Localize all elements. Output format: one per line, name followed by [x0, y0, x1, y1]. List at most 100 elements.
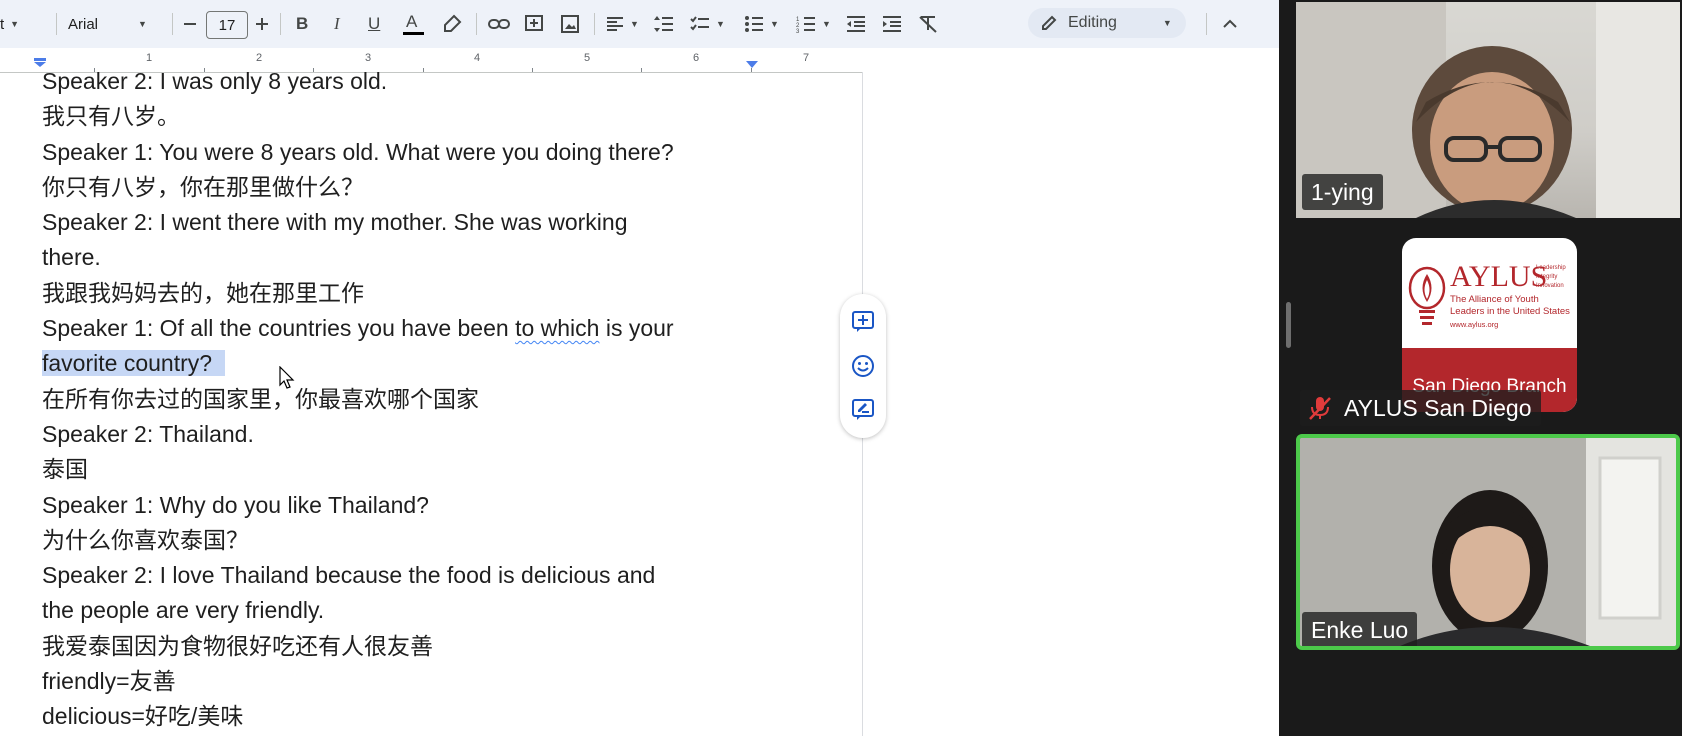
highlight-button[interactable] — [442, 0, 462, 48]
doc-text: Speaker 1: Of all the countries you have… — [42, 315, 516, 342]
add-comment-icon — [852, 311, 874, 332]
ruler-number: 5 — [584, 52, 591, 64]
floating-side-actions — [840, 294, 886, 438]
ruler-number: 1 — [146, 52, 153, 64]
bulleted-list-dropdown[interactable]: ▼ — [744, 0, 779, 48]
document-body[interactable]: Speaker 2: I was only 8 years old. 我只有八岁… — [42, 64, 802, 735]
underline-button[interactable]: U — [368, 0, 380, 48]
checklist-dropdown[interactable]: ▼ — [690, 0, 725, 48]
doc-line: Speaker 2: I went there with my mother. … — [42, 209, 628, 236]
doc-line: there. — [42, 244, 101, 271]
editing-mode-label: Editing — [1068, 14, 1117, 31]
chevron-down-icon: ▼ — [822, 19, 831, 29]
add-comment-icon — [525, 15, 543, 31]
italic-button[interactable]: I — [334, 0, 340, 48]
doc-line: Speaker 1: Of all the countries you have… — [42, 311, 802, 346]
increase-indent-button[interactable] — [882, 0, 902, 48]
font-style-dropdown[interactable]: t ▼ — [0, 0, 19, 48]
spellcheck-phrase[interactable]: to which — [515, 315, 599, 341]
doc-line: the people are very friendly. — [42, 597, 325, 624]
line-spacing-icon — [654, 16, 673, 32]
decrease-indent-button[interactable] — [846, 0, 866, 48]
svg-text:A: A — [406, 12, 418, 31]
logo-tagline: The Alliance of Youth Leaders in the Uni… — [1450, 294, 1570, 317]
add-emoji-reaction-button[interactable] — [851, 354, 875, 378]
clear-formatting-icon — [919, 16, 937, 33]
mouse-pointer-icon — [279, 366, 295, 389]
align-left-icon — [607, 17, 623, 31]
chevron-down-icon: ▼ — [10, 19, 20, 29]
logo-title: AYLUS — [1450, 260, 1548, 293]
highlighter-icon — [444, 14, 462, 32]
participant-video-tile-active[interactable]: Enke Luo — [1296, 434, 1680, 650]
doc-line: Speaker 2: Thailand. — [42, 420, 254, 447]
doc-line: 泰国 — [42, 456, 88, 483]
aylus-logo-card: AYLUS Leadership Integrity Innovation Th… — [1402, 238, 1577, 412]
logo-url: www.aylus.org — [1450, 320, 1499, 329]
align-dropdown[interactable]: ▼ — [606, 0, 639, 48]
editing-mode-dropdown[interactable]: Editing ▼ — [1028, 8, 1186, 38]
participant-name: Enke Luo — [1302, 612, 1418, 646]
suggest-edit-icon — [852, 399, 874, 420]
doc-line: 你只有八岁，你在那里做什么？ — [42, 173, 364, 200]
text-color-button[interactable]: A — [402, 0, 424, 48]
doc-line: Speaker 2: I was only 8 years old. — [42, 68, 388, 94]
clear-formatting-button[interactable] — [918, 0, 938, 48]
chevron-down-icon: ▼ — [138, 19, 147, 29]
checklist-icon — [690, 16, 709, 31]
torch-logo-icon — [1408, 266, 1446, 325]
chevron-down-icon: ▼ — [716, 19, 725, 29]
font-family-dropdown[interactable]: Arial ▼ — [68, 0, 156, 48]
doc-line: 我爱泰国因为食物很好吃还有人很友善 — [42, 632, 433, 659]
participant-name: AYLUS San Diego — [1344, 394, 1532, 421]
doc-line: friendly=友善 — [42, 668, 176, 695]
text-color-icon: A — [403, 12, 424, 35]
hide-menus-button[interactable] — [1222, 0, 1238, 48]
minus-icon — [184, 23, 196, 25]
ruler-number: 7 — [803, 52, 810, 64]
numbered-list-dropdown[interactable]: 123 ▼ — [796, 0, 831, 48]
font-style-partial: t — [0, 15, 5, 33]
chevron-down-icon: ▼ — [630, 19, 639, 29]
line-spacing-button[interactable] — [654, 0, 674, 48]
google-docs-pane: t ▼ Arial ▼ 17 B I U A ▼ ▼ ▼ 1 2 3 ▼ Edi… — [0, 0, 1279, 736]
italic-icon: I — [334, 14, 340, 33]
doc-line: favorite country? — [42, 346, 802, 381]
muted-mic-icon — [1309, 397, 1331, 420]
docs-toolbar: t ▼ Arial ▼ 17 B I U A ▼ ▼ ▼ 1 2 3 ▼ Edi… — [0, 0, 1279, 48]
doc-line: Speaker 2: I love Thailand because the f… — [42, 562, 656, 589]
participant-video-tile[interactable]: 1-ying — [1296, 2, 1680, 218]
font-size-input[interactable]: 17 — [206, 11, 248, 39]
smiley-icon — [852, 355, 874, 377]
doc-line: 在所有你去过的国家里，你最喜欢哪个国家 — [42, 385, 479, 412]
increase-font-size-button[interactable] — [254, 0, 270, 48]
insert-image-button[interactable] — [560, 0, 580, 48]
chevron-down-icon: ▼ — [770, 19, 779, 29]
insert-link-button[interactable] — [488, 0, 510, 48]
numbered-list-icon: 123 — [796, 17, 815, 33]
plus-icon — [256, 18, 268, 30]
decrease-indent-icon — [847, 16, 865, 32]
doc-line: 我只有八岁。 — [42, 103, 180, 130]
underline-icon: U — [368, 14, 381, 33]
selected-text[interactable]: favorite country? — [42, 350, 213, 377]
panel-scrollbar[interactable] — [1286, 302, 1291, 348]
bold-button[interactable]: B — [296, 0, 308, 48]
chevron-up-icon — [1223, 19, 1237, 28]
decrease-font-size-button[interactable] — [182, 0, 198, 48]
doc-line: 为什么你喜欢泰国？ — [42, 526, 249, 553]
suggest-edits-button[interactable] — [851, 398, 875, 422]
add-comment-side-button[interactable] — [851, 310, 875, 334]
ruler-number: 3 — [365, 52, 372, 64]
font-family-label: Arial — [68, 15, 99, 33]
svg-text:3: 3 — [796, 29, 800, 33]
logo-words: Leadership Integrity Innovation — [1536, 265, 1566, 289]
chevron-down-icon: ▼ — [1162, 18, 1172, 28]
doc-text: is your — [599, 315, 674, 342]
doc-line: delicious=好吃/美味 — [42, 703, 244, 730]
doc-line: Speaker 1: Why do you like Thailand? — [42, 491, 429, 518]
doc-line: Speaker 1: You were 8 years old. What we… — [42, 138, 674, 165]
ruler-number: 2 — [256, 52, 263, 64]
add-comment-button[interactable] — [524, 0, 544, 48]
bold-icon: B — [296, 14, 309, 33]
